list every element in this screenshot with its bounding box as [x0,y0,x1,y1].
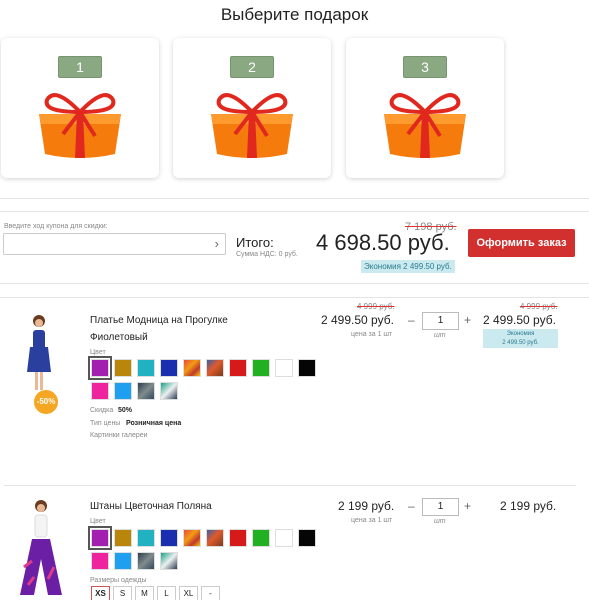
gift-number: 1 [58,56,102,78]
divider [0,198,589,199]
gift-box-icon [211,93,293,158]
color-swatch-pattern-dark[interactable] [137,382,155,400]
price-type-label: Тип цены [90,420,121,427]
color-swatch-white[interactable] [275,359,293,377]
gift-card-3[interactable]: 3 [346,38,504,178]
color-swatch-light-blue[interactable] [114,552,132,570]
gift-card-1[interactable]: 1 [1,38,159,178]
product-name[interactable]: Платье Модница на Прогулке [90,312,228,329]
color-swatch-teal[interactable] [137,359,155,377]
checkout-button[interactable]: Оформить заказ [468,229,575,257]
item-savings-label: Экономия [506,331,535,337]
vat-label: Сумма НДС: 0 руб. [236,251,298,258]
size-option-xs[interactable]: XS [91,586,110,600]
color-swatch-light-blue[interactable] [114,382,132,400]
product-name[interactable]: Штаны Цветочная Поляна [90,498,212,515]
divider [0,283,589,284]
color-swatch-teal[interactable] [137,529,155,547]
item-sum: 2 199 руб. [500,499,557,513]
color-swatch-red[interactable] [229,529,247,547]
divider [0,297,589,298]
old-sum: 4 999 руб. [520,302,558,311]
gift-box-icon [39,93,121,158]
color-swatch-pattern-red[interactable] [183,359,201,377]
gift-section-title: Выберите подарок [220,5,369,24]
unit-price-label: цена за 1 шт [351,331,393,338]
color-swatch-pink[interactable] [91,382,109,400]
gift-number: 2 [230,56,274,78]
divider [4,485,576,486]
price-type-value: Розничная цена [126,420,182,427]
color-label: Цвет [90,518,106,525]
color-swatch-olive[interactable] [114,359,132,377]
size-option-l[interactable]: L [157,586,176,600]
color-swatch-green[interactable] [252,529,270,547]
color-label: Цвет [90,349,106,356]
item-sum: 2 499.50 руб. [483,313,556,327]
divider [0,211,589,212]
color-swatch-pink[interactable] [91,552,109,570]
gift-number: 3 [403,56,447,78]
size-option-m[interactable]: M [135,586,154,600]
quantity-increase-button[interactable]: + [464,499,471,513]
quantity-increase-button[interactable]: + [464,313,471,327]
unit-price: 2 199 руб. [338,499,395,513]
total-label: Итого: [236,235,274,250]
total-price: 4 698.50 руб. [316,230,450,255]
item-savings-value: 2 499.50 руб. [502,340,539,346]
quantity-input[interactable]: 1 [422,498,459,516]
color-swatch-olive[interactable] [114,529,132,547]
color-swatch-purple[interactable] [88,526,112,550]
gallery-label: Картинки галереи [90,432,148,439]
color-swatch-green[interactable] [252,359,270,377]
quantity-unit: шт [434,332,446,339]
discount-label: Скидка [90,407,114,414]
sizes-label: Размеры одежды [90,577,147,584]
savings-badge: Экономия 2 499.50 руб. [361,260,455,273]
coupon-input[interactable]: › [3,233,226,255]
color-swatch-black[interactable] [298,529,316,547]
color-swatch-white[interactable] [275,529,293,547]
color-swatch-pattern-teal[interactable] [160,382,178,400]
gift-card-2[interactable]: 2 [173,38,331,178]
color-swatch-pattern-mixed[interactable] [206,529,224,547]
color-swatch-pattern-dark[interactable] [137,552,155,570]
quantity-decrease-button[interactable]: – [408,499,415,513]
color-swatch-pattern-teal[interactable] [160,552,178,570]
color-swatch-pattern-mixed[interactable] [206,359,224,377]
quantity-decrease-button[interactable]: – [408,313,415,327]
color-swatch-pattern-red[interactable] [183,529,201,547]
color-swatch-black[interactable] [298,359,316,377]
color-swatch-purple[interactable] [88,356,112,380]
size-option-xl[interactable]: XL [179,586,198,600]
discount-badge: -50% [34,390,58,414]
quantity-unit: шт [434,518,446,525]
discount-value: 50% [118,407,133,414]
chevron-right-icon[interactable]: › [215,236,219,251]
color-swatch-blue[interactable] [160,359,178,377]
item-savings-badge: Экономия 2 499.50 руб. [483,329,558,348]
product-image-dress[interactable] [24,312,54,392]
unit-price-label: цена за 1 шт [351,517,393,524]
quantity-input[interactable]: 1 [422,312,459,330]
color-swatch-blue[interactable] [160,529,178,547]
product-image-pants[interactable] [18,497,64,600]
old-price: 4 999 руб. [357,302,395,311]
coupon-label: Введите ход купона для скидки: [4,223,108,230]
size-option-s[interactable]: S [113,586,132,600]
size-option-none[interactable]: - [201,586,220,600]
color-swatch-red[interactable] [229,359,247,377]
product-variant: Фиолетовый [90,332,148,343]
gift-box-icon [384,93,466,158]
unit-price: 2 499.50 руб. [321,313,394,327]
